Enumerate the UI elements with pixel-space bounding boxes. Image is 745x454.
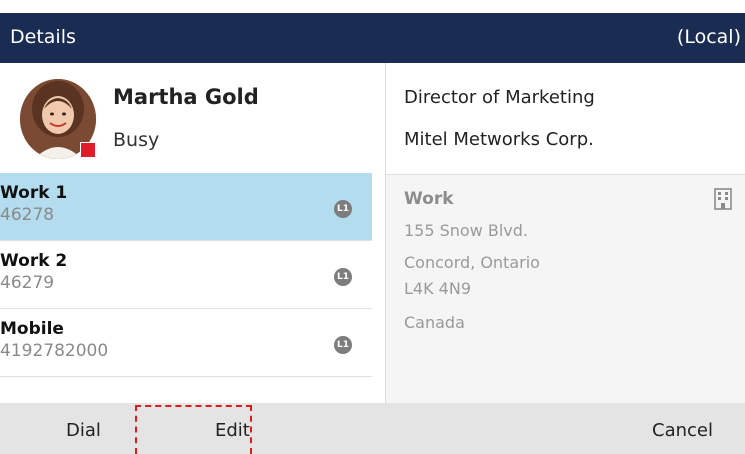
address-line-city: Concord, Ontario [404, 253, 540, 272]
presence-busy-indicator [80, 142, 96, 158]
contact-header: Martha Gold Busy [0, 63, 385, 173]
contact-presence-status: Busy [113, 129, 160, 151]
list-item-mobile[interactable]: Mobile 4192782000 L1 [0, 309, 372, 377]
phone-number-list: Work 1 46278 L1 Work 2 46279 L1 Mobile 4… [0, 173, 372, 377]
entry-number: 4192782000 [0, 341, 109, 361]
address-line-postal: L4K 4N9 [404, 279, 471, 298]
address-line-country: Canada [404, 313, 465, 332]
job-title: Director of Marketing [404, 87, 595, 108]
address-label: Work [404, 189, 454, 209]
list-item-work-1[interactable]: Work 1 46278 L1 [0, 173, 372, 241]
organization-info: Director of Marketing Mitel Metworks Cor… [386, 63, 745, 175]
address-line-street: 155 Snow Blvd. [404, 221, 529, 240]
contact-panel: Martha Gold Busy Work 1 46278 L1 Work 2 … [0, 63, 385, 403]
list-item-work-2[interactable]: Work 2 46279 L1 [0, 241, 372, 309]
entry-number: 46279 [0, 273, 55, 293]
title-bar: Details (Local) [0, 13, 745, 63]
cancel-button[interactable]: Cancel [652, 420, 713, 441]
company-name: Mitel Metworks Corp. [404, 129, 594, 150]
building-icon [714, 188, 732, 210]
edit-button[interactable]: Edit [215, 420, 250, 441]
details-panel: Director of Marketing Mitel Metworks Cor… [386, 63, 745, 403]
entry-label: Work 1 [0, 183, 68, 203]
page-title: Details [10, 26, 76, 48]
softkey-bar: Dial Edit Cancel [0, 403, 745, 454]
line-1-icon: L1 [334, 336, 352, 354]
contact-details-screen: Details (Local) Martha Gold Busy Work 1 … [0, 0, 745, 454]
entry-label: Mobile [0, 319, 64, 339]
entry-number: 46278 [0, 205, 55, 225]
entry-label: Work 2 [0, 251, 68, 271]
line-1-icon: L1 [334, 200, 352, 218]
dial-button[interactable]: Dial [66, 420, 101, 441]
contact-name: Martha Gold [113, 85, 259, 109]
line-1-icon: L1 [334, 268, 352, 286]
directory-source-label: (Local) [676, 26, 741, 48]
